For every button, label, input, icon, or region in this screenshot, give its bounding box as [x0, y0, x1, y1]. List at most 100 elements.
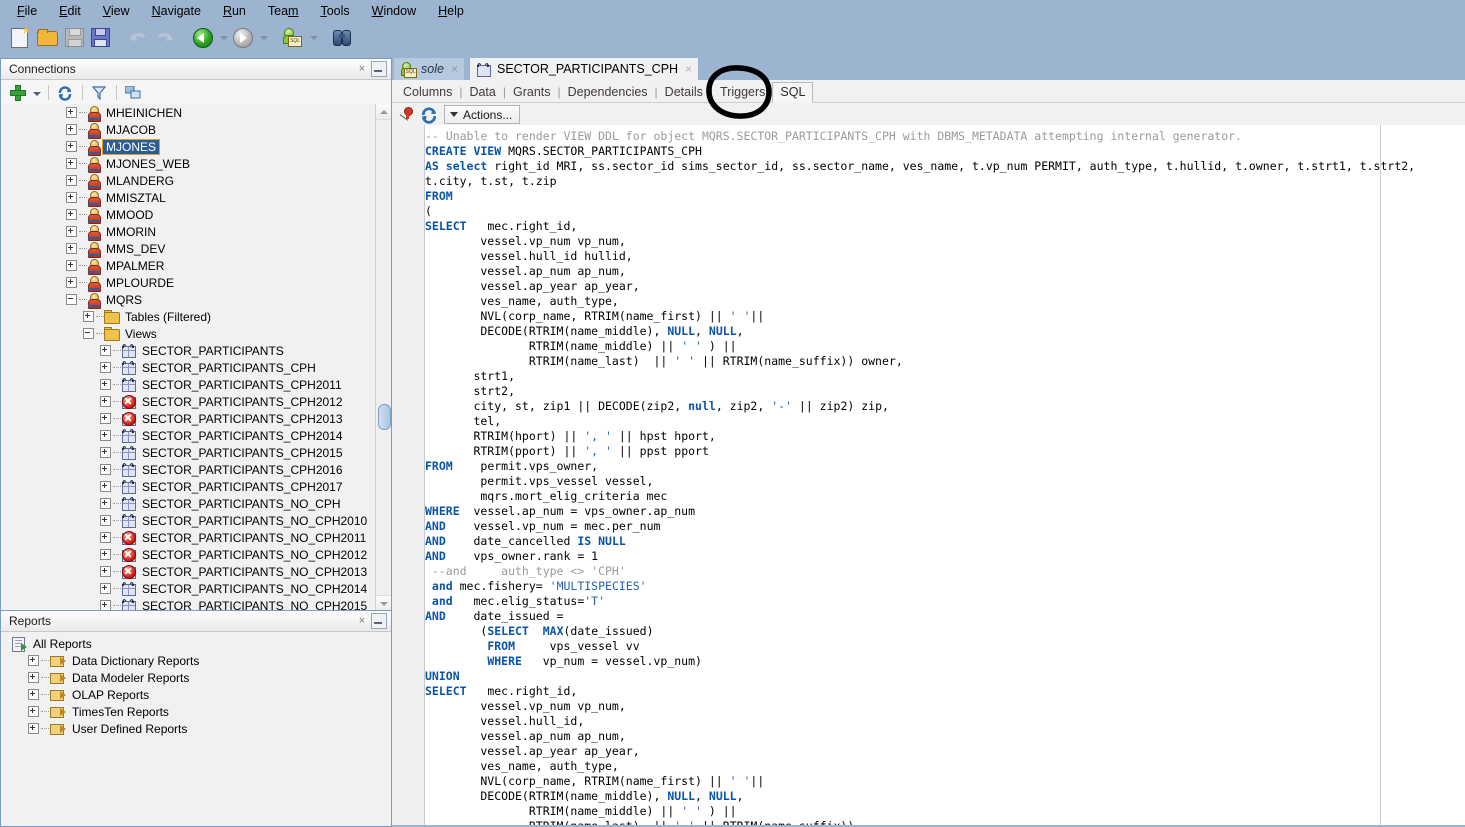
expand-icon[interactable] — [100, 532, 111, 543]
expand-icon[interactable] — [100, 362, 111, 373]
tree-item-sector-participants-cph2013[interactable]: SECTOR_PARTICIPANTS_CPH2013 — [1, 410, 391, 427]
tree-item-sector-participants-cph2014[interactable]: SECTOR_PARTICIPANTS_CPH2014 — [1, 427, 391, 444]
expand-icon[interactable] — [66, 243, 77, 254]
scroll-up-arrow[interactable] — [376, 104, 391, 120]
refresh-icon[interactable] — [54, 82, 76, 104]
back-dropdown-icon[interactable] — [217, 25, 230, 49]
tree-item-sector-participants-no-cph2015[interactable]: SECTOR_PARTICIPANTS_NO_CPH2015 — [1, 597, 391, 611]
menu-item-tools[interactable]: Tools — [309, 2, 360, 20]
save-icon[interactable] — [62, 25, 86, 49]
tree-item-mqrs[interactable]: MQRS — [1, 291, 391, 309]
expand-icon[interactable] — [66, 158, 77, 169]
editor-tab-sector-participants-cph[interactable]: SECTOR_PARTICIPANTS_CPH × — [470, 58, 699, 80]
close-icon[interactable]: × — [355, 62, 369, 76]
collapse-icon[interactable] — [83, 328, 94, 339]
expand-icon[interactable] — [66, 141, 77, 152]
connections-tree[interactable]: MHEINICHEN MJACOB MJONES MJONES_WEB MLANDERG… — [1, 104, 391, 611]
subtab-data[interactable]: Data — [462, 83, 502, 102]
expand-icon[interactable] — [66, 209, 77, 220]
expand-icon[interactable] — [100, 464, 111, 475]
tree-item-sector-participants-cph2017[interactable]: SECTOR_PARTICIPANTS_CPH2017 — [1, 478, 391, 495]
menu-item-window[interactable]: Window — [361, 2, 427, 20]
sql-worksheet-icon[interactable]: SQL — [280, 25, 304, 49]
tree-item-mlanderg[interactable]: MLANDERG — [1, 172, 391, 190]
subtab-triggers[interactable]: Triggers — [713, 83, 772, 102]
tree-item-mms-dev[interactable]: MMS_DEV — [1, 240, 391, 258]
pin-icon[interactable] — [398, 106, 416, 124]
expand-icon[interactable] — [66, 124, 77, 135]
expand-icon[interactable] — [100, 345, 111, 356]
scroll-down-arrow[interactable] — [376, 595, 391, 611]
tree-item-mmorin[interactable]: MMORIN — [1, 223, 391, 241]
tree-item-sector-participants-no-cph2013[interactable]: SECTOR_PARTICIPANTS_NO_CPH2013 — [1, 563, 391, 580]
menu-item-navigate[interactable]: Navigate — [141, 2, 212, 20]
expand-icon[interactable] — [100, 583, 111, 594]
open-file-icon[interactable] — [35, 25, 59, 49]
find-icon[interactable] — [330, 25, 354, 49]
sql-code-text[interactable]: -- Unable to render VIEW DDL for object … — [425, 129, 1465, 825]
tree-item-user-defined-reports[interactable]: User Defined Reports — [1, 720, 391, 737]
expand-icon[interactable] — [28, 723, 39, 734]
tree-item-sector-participants-cph2015[interactable]: SECTOR_PARTICIPANTS_CPH2015 — [1, 444, 391, 461]
back-icon[interactable] — [190, 25, 214, 49]
tree-item-mmood[interactable]: MMOOD — [1, 206, 391, 224]
tree-item-sector-participants-cph[interactable]: SECTOR_PARTICIPANTS_CPH — [1, 359, 391, 376]
tree-item-data-dictionary-reports[interactable]: Data Dictionary Reports — [1, 652, 391, 669]
menu-item-run[interactable]: Run — [212, 2, 257, 20]
tree-item-sector-participants-cph2016[interactable]: SECTOR_PARTICIPANTS_CPH2016 — [1, 461, 391, 478]
expand-icon[interactable] — [100, 549, 111, 560]
save-all-icon[interactable] — [89, 25, 113, 49]
editor-tab-sole[interactable]: SQL sole × — [394, 58, 464, 80]
tree-item-mmisztal[interactable]: MMISZTAL — [1, 189, 391, 207]
sql-code-viewer[interactable]: -- Unable to render VIEW DDL for object … — [392, 125, 1465, 825]
expand-icon[interactable] — [66, 107, 77, 118]
subtab-sql[interactable]: SQL — [772, 82, 814, 103]
redo-icon[interactable] — [153, 25, 177, 49]
tree-item-mjacob[interactable]: MJACOB — [1, 121, 391, 139]
refresh-icon[interactable] — [420, 106, 438, 124]
expand-icon[interactable] — [66, 260, 77, 271]
tree-item-sector-participants-no-cph2012[interactable]: SECTOR_PARTICIPANTS_NO_CPH2012 — [1, 546, 391, 563]
expand-icon[interactable] — [83, 311, 94, 322]
tree-item-mplourde[interactable]: MPLOURDE — [1, 274, 391, 292]
tree-item-timesten-reports[interactable]: TimesTen Reports — [1, 703, 391, 720]
tree-item-sector-participants-no-cph2014[interactable]: SECTOR_PARTICIPANTS_NO_CPH2014 — [1, 580, 391, 597]
connections-scrollbar[interactable] — [375, 104, 391, 611]
expand-icon[interactable] — [100, 379, 111, 390]
tree-item-olap-reports[interactable]: OLAP Reports — [1, 686, 391, 703]
tree-item-views[interactable]: Views — [1, 325, 391, 342]
new-file-icon[interactable] — [8, 25, 32, 49]
stack-icon[interactable] — [122, 82, 144, 104]
close-icon[interactable]: × — [355, 614, 369, 628]
subtab-dependencies[interactable]: Dependencies — [561, 83, 655, 102]
expand-icon[interactable] — [100, 447, 111, 458]
actions-button[interactable]: Actions... — [444, 105, 521, 124]
menu-item-team[interactable]: Team — [257, 2, 310, 20]
menu-item-view[interactable]: View — [92, 2, 141, 20]
expand-icon[interactable] — [100, 515, 111, 526]
expand-icon[interactable] — [28, 655, 39, 666]
expand-icon[interactable] — [66, 192, 77, 203]
tree-item-all-reports[interactable]: All Reports — [1, 635, 391, 652]
tree-item-sector-participants-cph2011[interactable]: SECTOR_PARTICIPANTS_CPH2011 — [1, 376, 391, 393]
new-connection-icon[interactable] — [7, 82, 29, 104]
close-icon[interactable]: × — [451, 62, 458, 76]
expand-icon[interactable] — [28, 672, 39, 683]
expand-icon[interactable] — [66, 226, 77, 237]
expand-icon[interactable] — [100, 413, 111, 424]
tree-item-sector-participants-no-cph[interactable]: SECTOR_PARTICIPANTS_NO_CPH — [1, 495, 391, 512]
expand-icon[interactable] — [100, 396, 111, 407]
tree-item-sector-participants-no-cph2010[interactable]: SECTOR_PARTICIPANTS_NO_CPH2010 — [1, 512, 391, 529]
expand-icon[interactable] — [100, 498, 111, 509]
sql-worksheet-dropdown-icon[interactable] — [307, 25, 320, 49]
minimize-icon[interactable] — [371, 613, 387, 629]
tree-item-sector-participants-no-cph2011[interactable]: SECTOR_PARTICIPANTS_NO_CPH2011 — [1, 529, 391, 546]
tree-item-mheinichen[interactable]: MHEINICHEN — [1, 104, 391, 122]
tree-item-tables-filtered-[interactable]: Tables (Filtered) — [1, 308, 391, 325]
expand-icon[interactable] — [100, 566, 111, 577]
subtab-details[interactable]: Details — [658, 83, 710, 102]
tree-item-mjones[interactable]: MJONES — [1, 138, 391, 156]
menu-item-edit[interactable]: Edit — [48, 2, 92, 20]
expand-icon[interactable] — [100, 481, 111, 492]
expand-icon[interactable] — [100, 430, 111, 441]
